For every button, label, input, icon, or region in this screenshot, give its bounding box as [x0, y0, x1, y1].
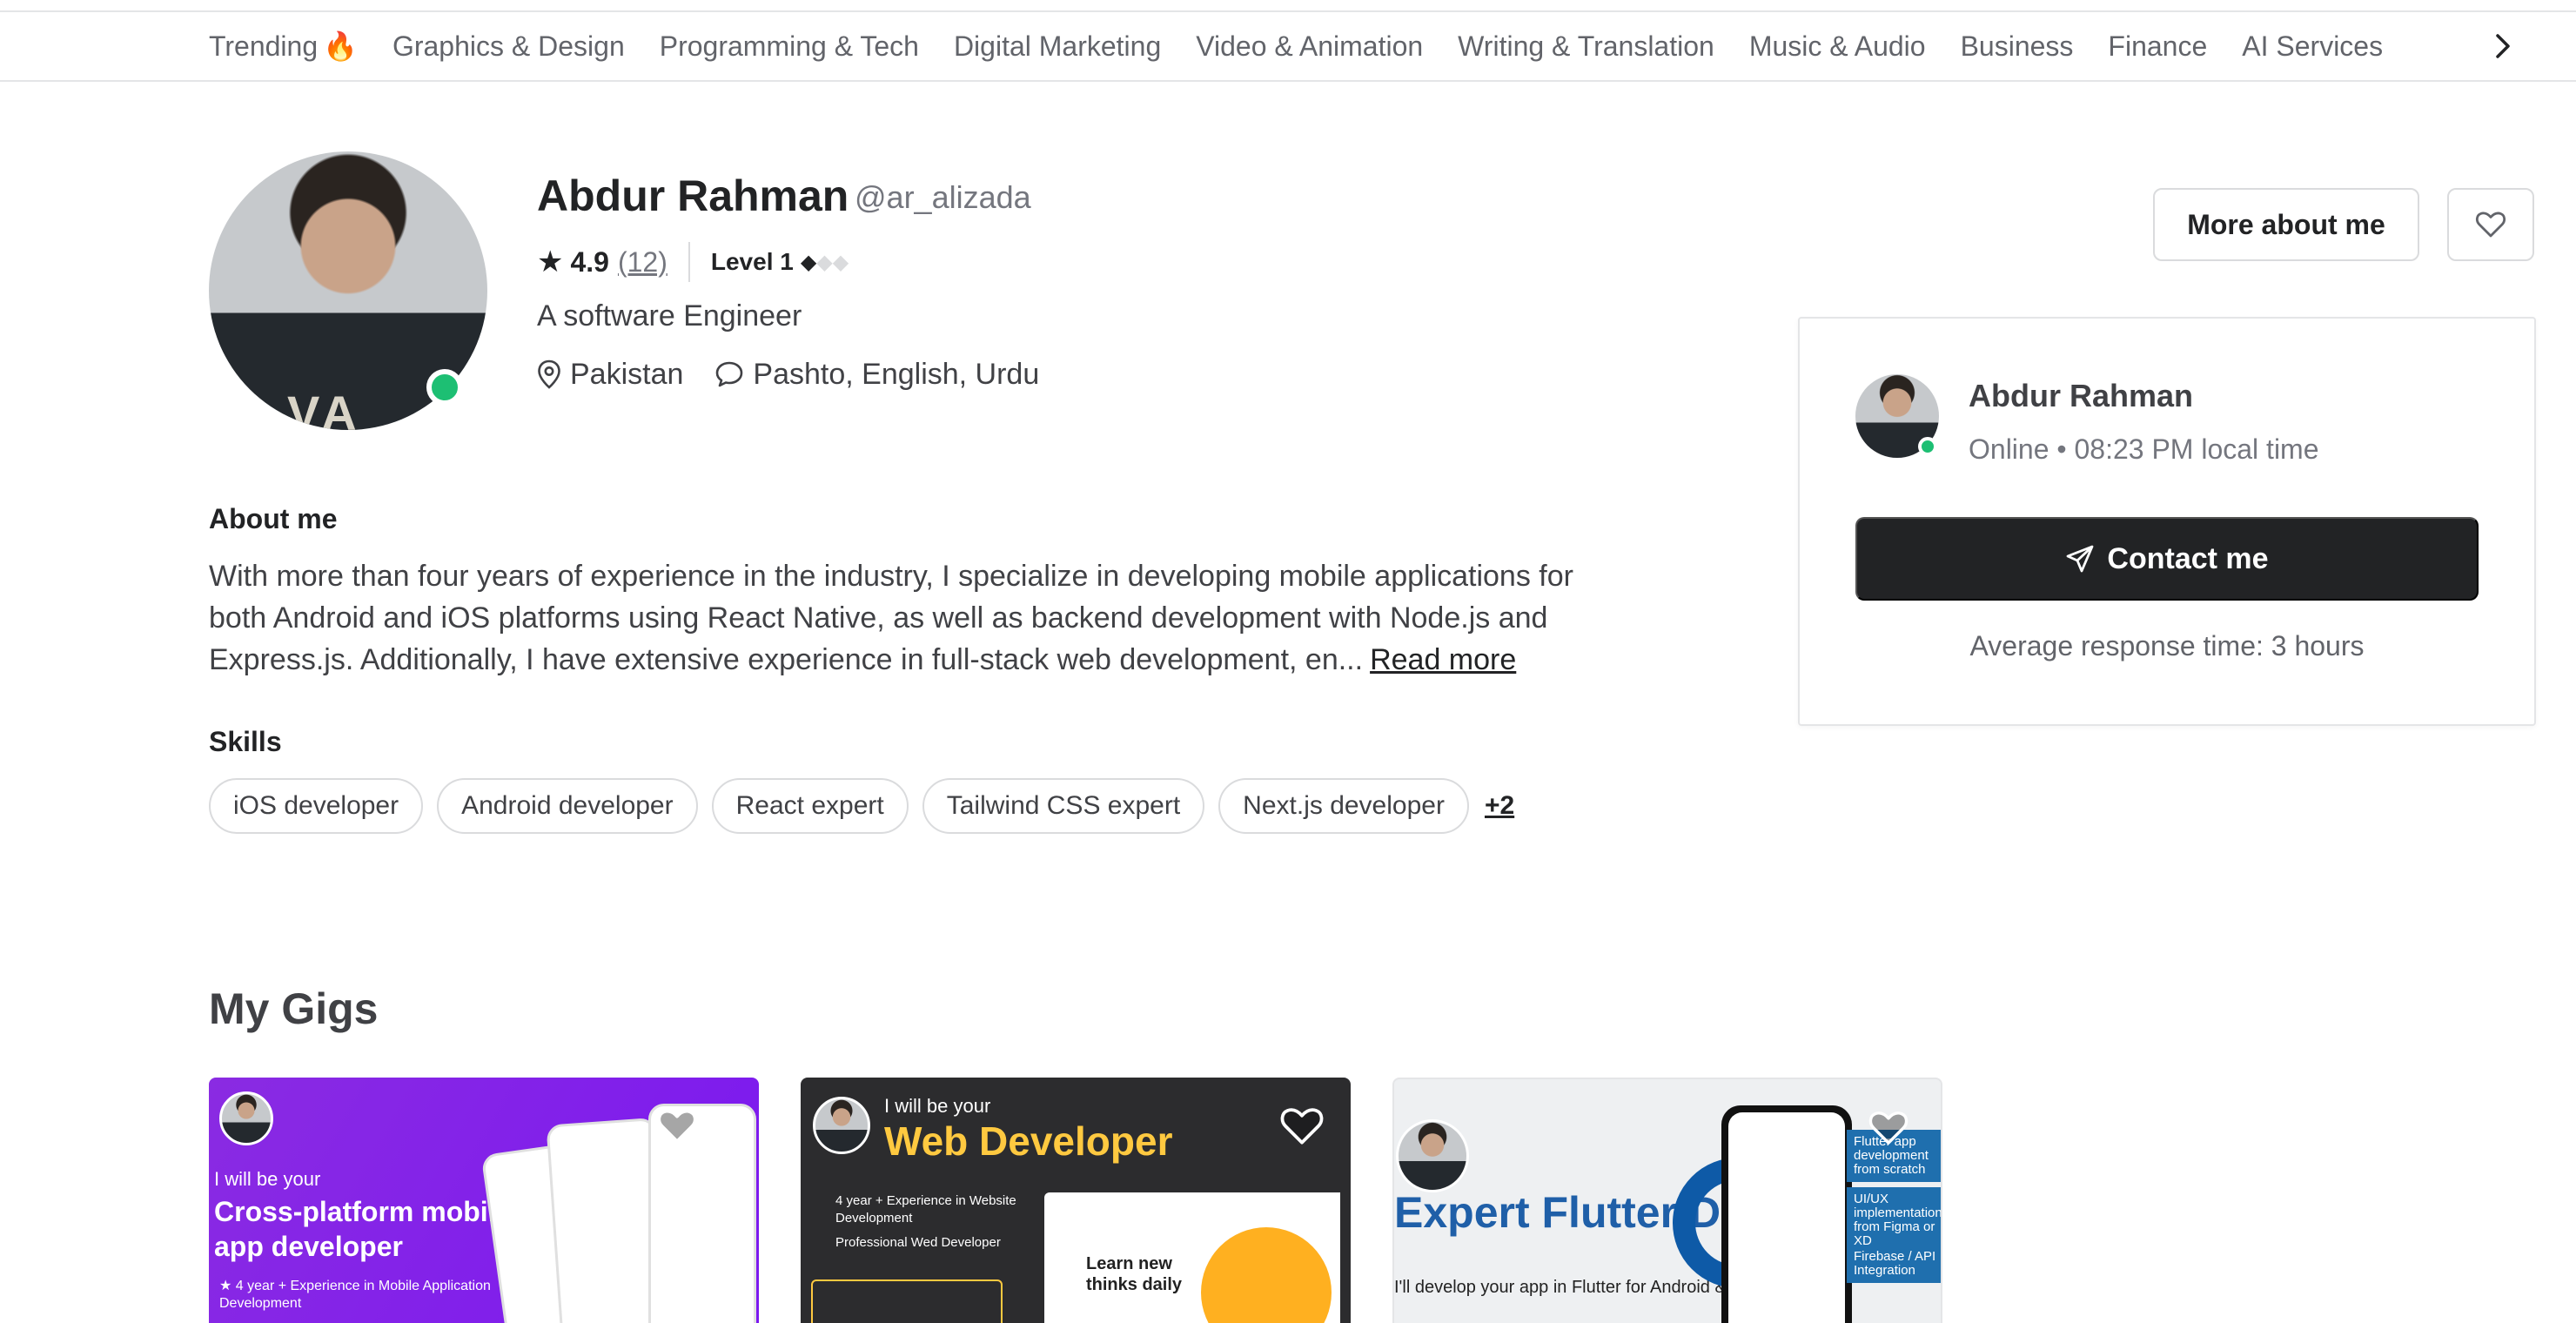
heart-icon — [2475, 212, 2506, 238]
gig-seller-avatar — [813, 1097, 870, 1154]
skills-heading: Skills — [209, 726, 282, 757]
gig-headline: Web Developer — [884, 1118, 1173, 1164]
category-nav-fade — [2437, 12, 2489, 80]
contact-me-label: Contact me — [2107, 541, 2269, 575]
about-text: With more than four years of experience … — [209, 555, 1636, 681]
category-label: Trending — [209, 30, 319, 62]
skill-chip[interactable]: React expert — [711, 778, 909, 834]
skill-chip[interactable]: iOS developer — [209, 778, 424, 834]
more-skills-link[interactable]: +2 — [1485, 791, 1514, 821]
gig-card[interactable]: I will be your Web Developer 4 year + Ex… — [801, 1078, 1351, 1323]
skill-chip[interactable]: Next.js developer — [1218, 778, 1469, 834]
category-digital-marketing[interactable]: Digital Marketing — [954, 30, 1161, 63]
profile-country: Pakistan — [570, 357, 684, 391]
gig-bullet: ★ 4 year + Experience in Mobile Applicat… — [219, 1278, 498, 1313]
mockup-hero-image — [1201, 1227, 1332, 1323]
gig-feature-tag: UI/UX implementation from Figma or XD — [1847, 1187, 1941, 1253]
gig-bullet: Professional Wed Developer — [835, 1235, 1001, 1250]
response-time: Average response time: 3 hours — [1969, 630, 2365, 662]
paper-plane-icon — [2067, 545, 2094, 573]
gig-bullet: 4 year + Experience in Website Developme… — [835, 1193, 1016, 1226]
heart-icon — [1868, 1111, 1909, 1145]
skills-list: iOS developer Android developer React ex… — [209, 778, 1514, 834]
profile-name: Abdur Rahman — [537, 171, 849, 220]
mockup-title: Learn new thinks daily — [1086, 1254, 1183, 1294]
category-graphics-design[interactable]: Graphics & Design — [392, 30, 625, 63]
gig-seller-avatar — [1396, 1119, 1469, 1192]
gig-favorite-button[interactable] — [1864, 1104, 1913, 1152]
category-nav: Trending 🔥 Graphics & Design Programming … — [0, 10, 2576, 82]
gig-subtitle: I will be your — [214, 1168, 321, 1190]
level-diamond-icon: ◆ — [800, 250, 817, 274]
contact-card: Abdur Rahman Online • 08:23 PM local tim… — [1798, 317, 2536, 726]
level-diamond-icon: ◆ — [832, 250, 849, 274]
contact-name: Abdur Rahman — [1969, 378, 2194, 413]
gig-feature-tag: Firebase / API Integration — [1847, 1245, 1941, 1283]
gig-card[interactable]: I will be your Cross-platform mobile app… — [209, 1078, 759, 1323]
category-writing-translation[interactable]: Writing & Translation — [1458, 30, 1714, 63]
fire-icon: 🔥 — [323, 30, 358, 62]
favorite-button[interactable] — [2447, 188, 2534, 261]
contact-status: Online • 08:23 PM local time — [1969, 433, 2319, 465]
read-more-link[interactable]: Read more — [1370, 643, 1516, 676]
level-diamond-icon: ◆ — [816, 250, 833, 274]
skill-chip[interactable]: Android developer — [437, 778, 698, 834]
category-finance[interactable]: Finance — [2108, 30, 2207, 63]
speech-bubble-icon — [716, 361, 743, 387]
phone-mockup — [1721, 1105, 1852, 1323]
gig-seller-avatar — [219, 1091, 273, 1145]
location-pin-icon — [538, 359, 560, 389]
about-heading: About me — [209, 503, 338, 534]
contact-me-button[interactable]: Contact me — [1855, 517, 2479, 601]
gig-subtitle: I will be your — [884, 1095, 991, 1117]
gig-bullet-icon: ★ — [219, 1279, 236, 1293]
gigs-heading: My Gigs — [209, 984, 379, 1033]
review-count-link[interactable]: (12) — [618, 246, 667, 279]
category-video-animation[interactable]: Video & Animation — [1196, 30, 1423, 63]
avatar-shirt-graphic: VA — [287, 386, 362, 430]
chevron-right-icon[interactable] — [2485, 26, 2520, 66]
heart-icon — [657, 1110, 697, 1143]
website-mockup: Learn new thinks daily — [1044, 1192, 1340, 1323]
category-music-audio[interactable]: Music & Audio — [1749, 30, 1926, 63]
heart-icon — [1280, 1108, 1324, 1145]
profile-tagline: A software Engineer — [537, 299, 802, 332]
profile-handle: @ar_alizada — [855, 179, 1031, 215]
seller-level: Level 1 — [710, 248, 794, 275]
profile-meta: Pakistan Pashto, English, Urdu — [537, 355, 1039, 393]
gig-card[interactable]: Expert Flutter Developer I'll develop yo… — [1392, 1078, 1942, 1323]
rating-value: 4.9 — [570, 245, 609, 278]
divider — [688, 242, 690, 282]
about-body: With more than four years of experience … — [209, 560, 1573, 676]
skill-chip[interactable]: Tailwind CSS expert — [922, 778, 1205, 834]
category-trending[interactable]: Trending 🔥 — [209, 30, 358, 63]
online-status-indicator — [426, 369, 463, 406]
category-nav-track: Trending 🔥 Graphics & Design Programming … — [209, 12, 2506, 80]
online-status-indicator — [1918, 437, 1937, 456]
gig-favorite-button[interactable] — [1278, 1102, 1326, 1151]
category-programming-tech[interactable]: Programming & Tech — [660, 30, 919, 63]
profile-languages: Pashto, English, Urdu — [753, 357, 1040, 391]
category-business[interactable]: Business — [1961, 30, 2074, 63]
star-icon: ★ — [537, 245, 564, 279]
gig-favorite-button[interactable] — [653, 1102, 701, 1151]
tech-stack-box — [811, 1279, 1003, 1323]
rating-row: ★ 4.9 (12) Level 1 ◆ ◆ ◆ — [537, 242, 849, 282]
more-about-me-button[interactable]: More about me — [2153, 188, 2419, 261]
category-ai-services[interactable]: AI Services — [2242, 30, 2383, 63]
phone-screen — [1728, 1112, 1845, 1323]
gig-bullet-text: 4 year + Experience in Mobile Applicatio… — [219, 1279, 491, 1311]
